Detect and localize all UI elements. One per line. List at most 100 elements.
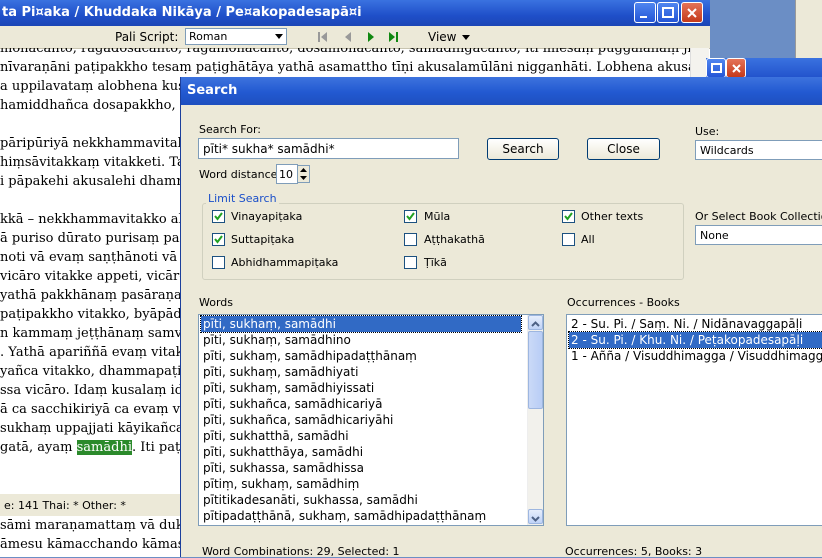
last-page-icon[interactable] (388, 31, 398, 43)
occurrence-list-item[interactable]: 2 - Su. Pi. / Saṃ. Ni. / Nidānavaggapāḷi (569, 316, 822, 332)
maximize-button[interactable] (657, 2, 679, 23)
text-line: sukhaṃ uppajjati kāyikañca c (0, 421, 196, 436)
text-line: ā ca sacchikiriyā ca evaṃ vic (0, 402, 192, 417)
search-for-label: Search For: (199, 123, 261, 136)
check-icon (406, 212, 415, 221)
words-list[interactable]: pīti, sukhaṃ, samādhi pīti, sukhaṃ, samād… (198, 314, 544, 526)
close-window-button[interactable] (681, 2, 703, 23)
view-menu[interactable]: View (428, 30, 471, 44)
text-line: noti vā evaṃ saṇṭhānoti vā im (0, 250, 198, 265)
word-list-item[interactable]: pīti, sukhañca, samādhicariyā (201, 396, 521, 412)
search-titlebar[interactable]: Search (181, 77, 822, 105)
next-page-icon[interactable] (366, 31, 376, 43)
word-list-item[interactable]: pīti, sukhaṃ, samādhiyissati (201, 380, 521, 396)
words-scrollbar[interactable] (527, 315, 543, 525)
mula-label: Mūla (424, 210, 451, 223)
view-menu-label: View (428, 30, 457, 44)
pali-script-value: Roman (189, 30, 228, 43)
highlighted-match[interactable]: samādhi (75, 439, 133, 456)
text-line: nīvaraṇāni paṭipakkho tesaṃ paṭighātāya … (0, 60, 690, 75)
text-line: kkā – nekkhammavitakko ab (0, 212, 187, 227)
text-line: āmesu kāmacchando kāmasu (0, 537, 182, 552)
close-icon (687, 8, 697, 18)
word-list-item[interactable]: pītipadaṭṭhānā, sukhaṃ, samādhipadaṭṭhān… (201, 508, 521, 524)
occurrences-label: Occurrences - Books (567, 296, 680, 309)
scroll-thumb[interactable] (528, 331, 543, 409)
word-distance-stepper[interactable] (297, 165, 310, 183)
word-distance-label: Word distance: (199, 168, 282, 181)
word-list-item[interactable]: pīti, sukhaṃ, samādhino (201, 332, 521, 348)
previous-page-icon[interactable] (343, 31, 353, 43)
search-dialog-title: Search (187, 83, 238, 98)
use-label: Use: (695, 125, 720, 138)
suttapitaka-checkbox[interactable] (212, 233, 225, 246)
scroll-down-button[interactable] (528, 509, 543, 524)
pali-script-label: Pali Script: (115, 30, 179, 44)
toolbar: Pali Script: Roman View (0, 26, 710, 49)
limit-search-label: Limit Search (206, 192, 279, 205)
first-page-icon[interactable] (318, 31, 328, 43)
status-text: e: 141 Thai: * Other: * (4, 499, 126, 512)
word-list-item[interactable]: pītiṃ, sukhaṃ, samādhiṃ (201, 476, 521, 492)
document-text-lower: sāmi maraṇamattaṃ vā dukkh āmesu kāmaccha… (0, 517, 182, 557)
close-button-secondary[interactable] (726, 58, 746, 78)
main-titlebar[interactable]: ta Pi¤aka / Khuddaka Nikāya / Pe¤akopade… (0, 0, 710, 26)
stepper-arrows-icon (300, 168, 307, 180)
text-line: vicāro vitakke appeti, vicāro c (0, 269, 199, 284)
use-select[interactable]: Wildcards (695, 140, 822, 160)
vinayapitaka-label: Vinayapiṭaka (231, 210, 303, 223)
other-texts-checkbox[interactable] (562, 210, 575, 223)
word-list-item[interactable]: pīti, sukhañca, samādhicariyāhi (201, 412, 521, 428)
chevron-down-icon (275, 34, 283, 39)
all-label: All (581, 233, 595, 246)
search-button[interactable]: Search (487, 138, 559, 160)
word-distance-input[interactable]: 10 (276, 164, 298, 184)
words-label: Words (199, 296, 234, 309)
book-collection-label: Or Select Book Collection: (695, 210, 822, 223)
occurrences-status: Occurrences: 5, Books: 3 (565, 545, 703, 558)
word-list-item[interactable]: pīti, sukhaṃ, samādhipadaṭṭhānaṃ (201, 348, 521, 364)
word-list-item[interactable]: pītitikadesanāti, sukhassa, samādhi (201, 492, 521, 508)
text-line: gatā, ayaṃ samādhi. Iti paṭhan (0, 439, 205, 456)
atthakatha-checkbox[interactable] (404, 233, 417, 246)
search-dialog: Search Search For: pīti* sukha* samādhi*… (180, 77, 822, 558)
word-list-item[interactable]: pīti, sukhatthāya, samādhi (201, 444, 521, 460)
maximize-icon (711, 63, 722, 73)
minimize-icon (640, 16, 647, 18)
scroll-up-button[interactable] (528, 315, 543, 330)
word-combinations-status: Word Combinations: 29, Selected: 1 (202, 545, 400, 558)
pali-script-select[interactable]: Roman (185, 28, 287, 45)
text-line: pāripūriyā nekkhammavitakka (0, 136, 202, 151)
occurrence-list-item[interactable]: 2 - Su. Pi. / Khu. Ni. / Peṭakopadesapāḷ… (568, 331, 822, 349)
abhidhammapitaka-checkbox[interactable] (212, 256, 225, 269)
minimize-button[interactable] (634, 2, 656, 23)
text-line: hamiddhañca dosapakkho, tar (0, 98, 199, 113)
word-list-item[interactable]: pīti, sukhaṃ, samādhi (200, 315, 522, 333)
close-icon (732, 64, 741, 73)
chevron-down-icon (531, 516, 540, 522)
vinayapitaka-checkbox[interactable] (212, 210, 225, 223)
all-checkbox[interactable] (562, 233, 575, 246)
book-collection-select[interactable]: None (695, 225, 822, 245)
tika-label: Ṭīkā (424, 256, 447, 269)
word-list-item[interactable]: pīti, sukhatthā, samādhi (201, 428, 521, 444)
occurrences-list[interactable]: 2 - Su. Pi. / Saṃ. Ni. / Nidānavaggapāḷi… (566, 314, 822, 526)
abhidhammapitaka-label: Abhidhammapiṭaka (231, 256, 339, 269)
check-icon (214, 235, 223, 244)
window-edge (795, 0, 822, 58)
text-line: sāmi maraṇamattaṃ vā dukkh (0, 518, 182, 533)
text-line: a uppilavataṃ alobhena kusal (0, 79, 197, 94)
tika-checkbox[interactable] (404, 256, 417, 269)
word-list-item[interactable]: pīti, sukhaṃ, samādhiyati (201, 364, 521, 380)
mula-checkbox[interactable] (404, 210, 417, 223)
maximize-button-secondary[interactable] (706, 58, 726, 78)
text-line: i pāpakehi akusalehi dhammel (0, 174, 201, 189)
maximize-icon (662, 7, 674, 18)
close-button[interactable]: Close (587, 138, 660, 160)
search-input[interactable]: pīti* sukha* samādhi* (198, 138, 459, 159)
text-line: . Yathā apariññā evaṃ vitakk (0, 345, 192, 360)
word-list-item[interactable]: pīti, sukhassa, samādhissa (201, 460, 521, 476)
occurrence-list-item[interactable]: 1 - Añña / Visuddhimagga / Visuddhimagga (569, 348, 822, 364)
text-line: yathā pakkhānaṃ pasāraṇaṃ (0, 288, 195, 303)
check-icon (564, 212, 573, 221)
